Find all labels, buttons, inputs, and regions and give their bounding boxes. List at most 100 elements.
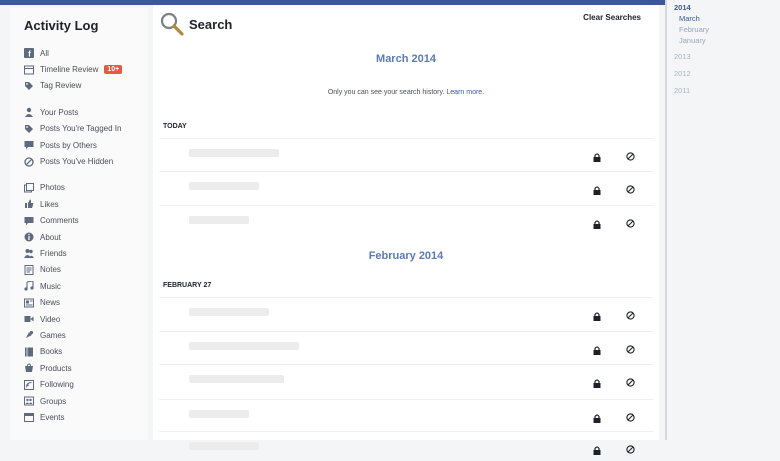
timeline-item[interactable]: 2012: [674, 69, 780, 80]
news-icon: [24, 298, 34, 308]
month-heading: March 2014: [376, 53, 436, 65]
sidebar-item-notes[interactable]: Notes: [24, 262, 148, 278]
lock-icon[interactable]: [593, 375, 601, 388]
music-icon: [24, 281, 34, 291]
groups-icon: [24, 396, 34, 406]
sidebar-item-label: Events: [40, 412, 65, 422]
sidebar-item-tag-review[interactable]: Tag Review: [24, 78, 148, 94]
notification-badge: 10+: [104, 65, 123, 75]
timeline-item[interactable]: March: [679, 14, 780, 25]
lock-icon[interactable]: [593, 216, 601, 229]
sidebar-item-label: Your Posts: [40, 107, 79, 117]
timeline-item[interactable]: 2011: [674, 86, 780, 97]
activity-row: [159, 171, 653, 201]
activity-row: [159, 331, 653, 361]
sidebar-item-likes[interactable]: Likes: [24, 196, 148, 212]
hide-icon[interactable]: [626, 181, 635, 194]
sidebar-item-label: All: [40, 48, 49, 58]
sidebar-item-posts-you-re-tagged-in[interactable]: Posts You're Tagged In: [24, 121, 148, 137]
hide-icon[interactable]: [626, 409, 635, 422]
sidebar-item-about[interactable]: About: [24, 229, 148, 245]
hide-icon[interactable]: [626, 441, 635, 454]
clear-searches-button[interactable]: Clear Searches: [583, 13, 641, 22]
hide-icon[interactable]: [626, 307, 635, 320]
lock-icon[interactable]: [593, 149, 601, 162]
redacted-entry: [189, 442, 259, 450]
timeline-item[interactable]: January: [679, 36, 780, 47]
hidden-icon: [24, 156, 34, 167]
filter-group-main: f All Timeline Review 10+ Tag Review: [24, 45, 148, 94]
sidebar-item-your-posts[interactable]: Your Posts: [24, 104, 148, 120]
sidebar-item-all[interactable]: f All: [24, 45, 148, 61]
comment-icon: [24, 216, 34, 226]
search-icon: [160, 12, 184, 36]
lock-icon[interactable]: [593, 308, 601, 321]
hide-icon[interactable]: [626, 341, 635, 354]
redacted-entry: [189, 216, 249, 224]
sidebar-item-video[interactable]: Video: [24, 311, 148, 327]
redacted-entry: [189, 342, 299, 350]
like-icon: [24, 199, 34, 209]
sidebar-item-label: Products: [40, 363, 72, 373]
lock-icon[interactable]: [593, 342, 601, 355]
hide-icon[interactable]: [626, 215, 635, 228]
redacted-entry: [189, 375, 284, 383]
sidebar-item-label: Comments: [40, 216, 79, 226]
sidebar-item-posts-you-ve-hidden[interactable]: Posts You've Hidden: [24, 153, 148, 169]
person-icon: [24, 107, 34, 118]
lock-icon[interactable]: [593, 182, 601, 195]
products-icon: [24, 363, 34, 373]
sidebar-item-label: Friends: [40, 248, 67, 258]
sidebar-item-timeline-review[interactable]: Timeline Review 10+: [24, 61, 148, 77]
hide-icon[interactable]: [626, 374, 635, 387]
sidebar-item-label: Following: [40, 380, 74, 390]
learn-more-link[interactable]: Learn more.: [446, 89, 484, 96]
sidebar-item-games[interactable]: Games: [24, 327, 148, 343]
timeline-item[interactable]: February: [679, 25, 780, 36]
day-heading: FEBRUARY 27: [163, 282, 212, 289]
sidebar-item-label: Games: [40, 330, 66, 340]
search-activity-panel: Search Clear Searches March 2014 Only yo…: [153, 5, 659, 455]
sidebar-item-label: Groups: [40, 396, 67, 406]
hide-icon[interactable]: [626, 148, 635, 161]
redacted-entry: [189, 149, 279, 157]
timeline-item[interactable]: 2013: [674, 52, 780, 63]
timeline-icon: [24, 65, 34, 75]
day-heading: TODAY: [163, 123, 187, 130]
filter-group-posts: Your Posts Posts You're Tagged In Posts by…: [24, 104, 148, 170]
lock-icon[interactable]: [593, 410, 601, 423]
notes-icon: [24, 264, 34, 275]
sidebar-item-label: Tag Review: [40, 81, 82, 91]
activity-row: [159, 138, 653, 168]
redacted-entry: [189, 410, 249, 418]
events-icon: [24, 412, 34, 423]
sidebar-item-label: Posts You've Hidden: [40, 157, 114, 167]
sidebar-item-friends[interactable]: Friends: [24, 245, 148, 261]
sidebar-item-books[interactable]: Books: [24, 344, 148, 360]
sidebar-item-label: Posts You're Tagged In: [40, 124, 122, 134]
sidebar-item-following[interactable]: Following: [24, 376, 148, 392]
sidebar-item-label: About: [40, 232, 61, 242]
sidebar-item-posts-by-others[interactable]: Posts by Others: [24, 137, 148, 153]
sidebar-item-label: Music: [40, 281, 61, 291]
sidebar-item-products[interactable]: Products: [24, 360, 148, 376]
timeline-item[interactable]: 2014: [674, 3, 780, 14]
sidebar-item-label: Likes: [40, 199, 59, 209]
tag-icon: [24, 81, 34, 91]
sidebar-item-events[interactable]: Events: [24, 409, 148, 425]
sidebar-item-comments[interactable]: Comments: [24, 213, 148, 229]
activity-row: [159, 205, 653, 235]
search-header: Search: [159, 11, 232, 37]
video-icon: [24, 314, 34, 324]
sidebar-item-photos[interactable]: Photos: [24, 180, 148, 196]
sidebar-item-music[interactable]: Music: [24, 278, 148, 294]
activity-log-sidebar: Activity Log f All Timeline Review 10+ Tag R…: [10, 8, 148, 440]
about-icon: [24, 232, 34, 242]
facebook-icon: f: [24, 48, 34, 59]
lock-icon[interactable]: [593, 442, 601, 455]
sidebar-item-label: Books: [40, 347, 63, 357]
timeline-list: 2014 March February January 2013 2012 2011: [674, 3, 780, 97]
sidebar-item-groups[interactable]: Groups: [24, 393, 148, 409]
sidebar-item-news[interactable]: News: [24, 294, 148, 310]
sidebar-item-label: Timeline Review: [40, 65, 99, 75]
